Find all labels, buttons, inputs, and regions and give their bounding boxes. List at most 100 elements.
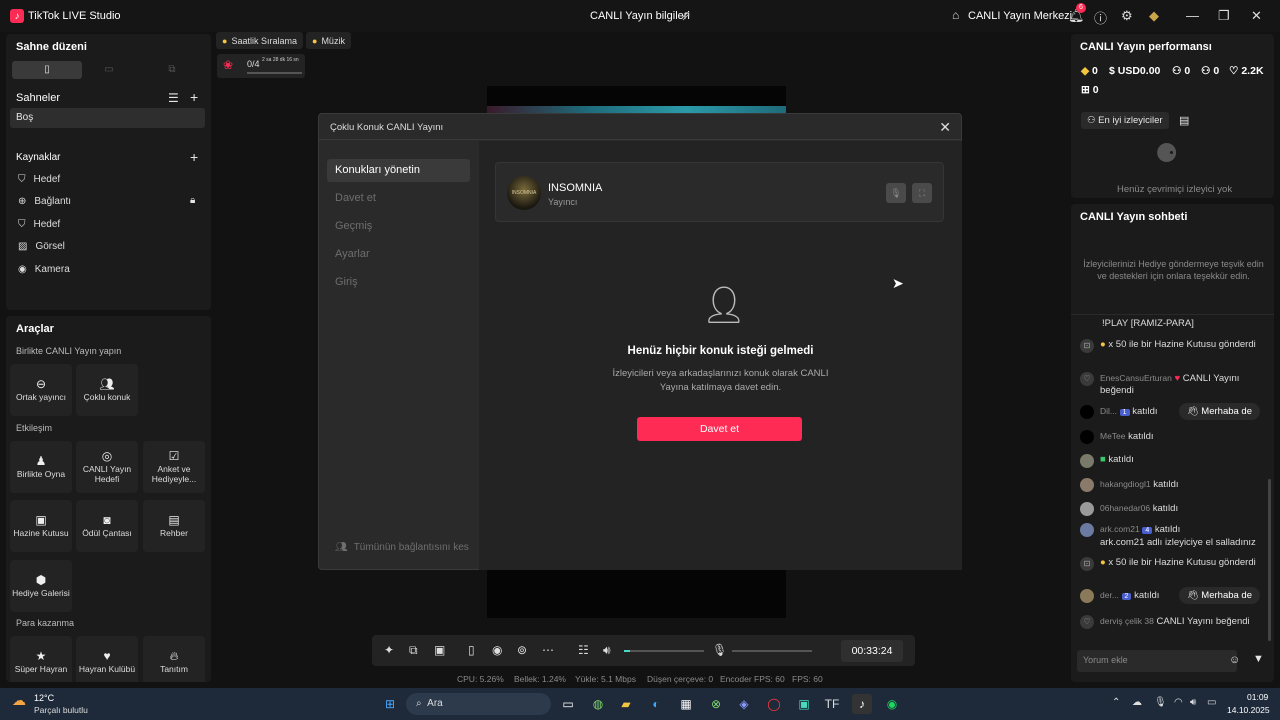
mic-icon[interactable]: 🎙︎ <box>886 183 906 203</box>
lock-icon[interactable]: 🔒︎ <box>190 195 195 206</box>
poll-button[interactable]: ☑ Anket ve Hediyeyle... <box>143 441 205 493</box>
file-explorer-icon[interactable]: ▰ <box>616 694 636 714</box>
portrait-layout-button[interactable]: ▯ <box>12 61 82 79</box>
scene-layout-title: Sahne düzeni <box>16 41 87 53</box>
close-icon[interactable]: ✕ <box>939 119 951 136</box>
add-scene-icon[interactable]: + <box>190 89 198 105</box>
close-window-icon[interactable]: ✕ <box>1251 8 1262 24</box>
top-viewers-tab[interactable]: ⚇ En iyi izleyiciler <box>1081 112 1169 129</box>
live-center-link[interactable]: CANLI Yayın Merkezi <box>968 10 1072 22</box>
home-icon[interactable]: ⌂ <box>952 8 959 22</box>
goal-widget[interactable]: ❀ 0/4 2 sa 28 dk 16 sn <box>217 54 305 78</box>
dual-layout-button[interactable]: ⧉ <box>142 61 202 79</box>
landscape-layout-button[interactable]: ▭ <box>79 61 139 79</box>
source-item[interactable]: ▨ Görsel <box>18 241 65 252</box>
weather-desc[interactable]: Parçalı bulutlu <box>34 705 88 715</box>
minimize-icon[interactable]: — <box>1186 8 1199 23</box>
disconnect-all-button[interactable]: 👥︎ Tümünün bağlantısını kes <box>335 542 469 553</box>
help-icon[interactable]: ⓘ <box>1094 8 1107 27</box>
scene-item[interactable]: Boş <box>10 108 205 128</box>
avatar <box>1080 430 1094 444</box>
screen-share-icon[interactable]: ⧉ <box>409 643 418 658</box>
tools-panel: Araçlar Birlikte CANLI Yayın yapın ⊖ Orta… <box>6 316 211 682</box>
weather-temp[interactable]: 12°C <box>34 693 54 703</box>
filter-icon[interactable]: ▼ <box>1253 653 1264 665</box>
profile-avatar[interactable]: ◆ <box>1149 8 1159 24</box>
live-goal-button[interactable]: ◎ CANLI Yayın Hedefi <box>76 441 138 493</box>
chat-message: ■ katıldı <box>1080 454 1270 468</box>
link-icon: ⊖ <box>35 376 47 391</box>
share-icon[interactable]: ⇗ <box>680 8 691 24</box>
settings-icon[interactable]: ⚙ <box>1121 8 1133 24</box>
tray-chevron-icon[interactable]: ⌃ <box>1112 697 1120 708</box>
spotify-icon[interactable]: ◉ <box>882 694 902 714</box>
battery-icon[interactable]: ▭ <box>1207 697 1216 708</box>
magic-wand-icon[interactable]: ✦ <box>384 643 394 657</box>
heart-icon: ♥ <box>103 648 111 663</box>
clock-date[interactable]: 14.10.2025 <box>1227 705 1270 715</box>
taskbar-search[interactable]: ⌕ Ara <box>406 693 551 715</box>
replay-icon[interactable]: ⊚ <box>517 643 527 657</box>
mic-icon[interactable]: 🎙︎ <box>712 643 727 657</box>
adjust-icon[interactable]: ☷ <box>578 643 589 657</box>
xbox-app-icon[interactable]: ◍ <box>588 694 608 714</box>
tab-invite[interactable]: Davet et <box>327 187 470 210</box>
wave-button[interactable]: 👋︎ Merhaba de <box>1178 403 1260 420</box>
mic-slider[interactable] <box>732 650 812 652</box>
heart-icon: ♡ <box>1080 372 1094 386</box>
source-item[interactable]: ⛉ Hedef <box>18 219 60 230</box>
speaker-icon[interactable]: 🔊︎ <box>1190 697 1196 708</box>
chat-message: MeTee katıldı <box>1080 430 1270 444</box>
co-host-button[interactable]: ⊖ Ortak yayıncı <box>10 364 72 416</box>
volume-icon[interactable]: 🔊︎ <box>603 643 611 658</box>
reward-bag-button[interactable]: ◙ Ödül Çantası <box>76 500 138 552</box>
gift-gallery-button[interactable]: ⬢ Hediye Galerisi <box>10 560 72 612</box>
tab-manage-guests[interactable]: Konukları yönetin <box>327 159 470 182</box>
xbox-icon[interactable]: ⊗ <box>706 694 726 714</box>
promote-button[interactable]: 🔥︎ Tanıtım <box>143 636 205 682</box>
source-item[interactable]: ⛉ Hedef <box>18 174 60 185</box>
hourly-ranking-chip[interactable]: ● Saatlik Sıralama <box>216 32 303 49</box>
scene-list-icon[interactable]: ☰ <box>168 91 179 105</box>
invite-button[interactable]: Davet et <box>637 417 802 441</box>
more-icon[interactable]: ⋯ <box>542 643 554 657</box>
opera-icon[interactable]: ◯ <box>764 694 784 714</box>
discord-icon[interactable]: ◈ <box>734 694 754 714</box>
source-item[interactable]: ⊕ Bağlantı <box>18 196 71 207</box>
source-item[interactable]: ◉ Kamera <box>18 264 70 275</box>
multi-guest-button[interactable]: 👥︎ Çoklu konuk <box>76 364 138 416</box>
capture-icon[interactable]: ▣ <box>434 643 445 657</box>
store-icon[interactable]: ▦ <box>676 694 696 714</box>
maximize-icon[interactable]: ❐ <box>1218 8 1230 24</box>
app-icon[interactable]: ▣ <box>794 694 814 714</box>
play-together-button[interactable]: ♟ Birlikte Oyna <box>10 441 72 493</box>
cloud-icon[interactable]: ☁ <box>1132 697 1142 708</box>
guide-button[interactable]: ▤ Rehber <box>143 500 205 552</box>
windows-start-icon[interactable]: ⊞ <box>380 694 400 714</box>
add-source-icon[interactable]: + <box>190 149 198 165</box>
super-fan-button[interactable]: ★ Süper Hayran <box>10 636 72 682</box>
mic-tray-icon[interactable]: 🎙︎ <box>1154 697 1167 708</box>
record-icon[interactable]: ◉ <box>492 643 502 657</box>
treasure-box-button[interactable]: ▣ Hazine Kutusu <box>10 500 72 552</box>
edge-icon[interactable]: ◐ <box>646 694 666 714</box>
phone-icon[interactable]: ▯ <box>468 643 475 657</box>
volume-slider[interactable] <box>624 650 704 652</box>
task-view-icon[interactable]: ▭ <box>558 694 578 714</box>
tf-app-icon[interactable]: TF <box>822 694 842 714</box>
live-info-title[interactable]: CANLI Yayın bilgileri <box>590 10 690 22</box>
tab-settings[interactable]: Ayarlar <box>327 243 470 266</box>
wave-button[interactable]: 👋︎ Merhaba de <box>1178 587 1260 604</box>
emoji-icon[interactable]: ☺ <box>1229 654 1240 666</box>
wifi-icon[interactable]: ◠ <box>1174 697 1183 708</box>
music-chip[interactable]: ● Müzik <box>306 32 351 49</box>
comment-input[interactable]: Yorum ekle <box>1077 650 1237 672</box>
tiktok-live-studio-taskbar-icon[interactable]: ♪ <box>852 694 872 714</box>
tab-history[interactable]: Geçmiş <box>327 215 470 238</box>
fullscreen-icon[interactable]: ⛶ <box>912 183 932 203</box>
list-icon[interactable]: ▤ <box>1179 114 1189 127</box>
weather-icon[interactable]: ☁ <box>12 692 26 709</box>
fan-club-button[interactable]: ♥ Hayran Kulübü <box>76 636 138 682</box>
clock-time[interactable]: 01:09 <box>1247 692 1268 702</box>
tab-login[interactable]: Giriş <box>327 271 470 294</box>
